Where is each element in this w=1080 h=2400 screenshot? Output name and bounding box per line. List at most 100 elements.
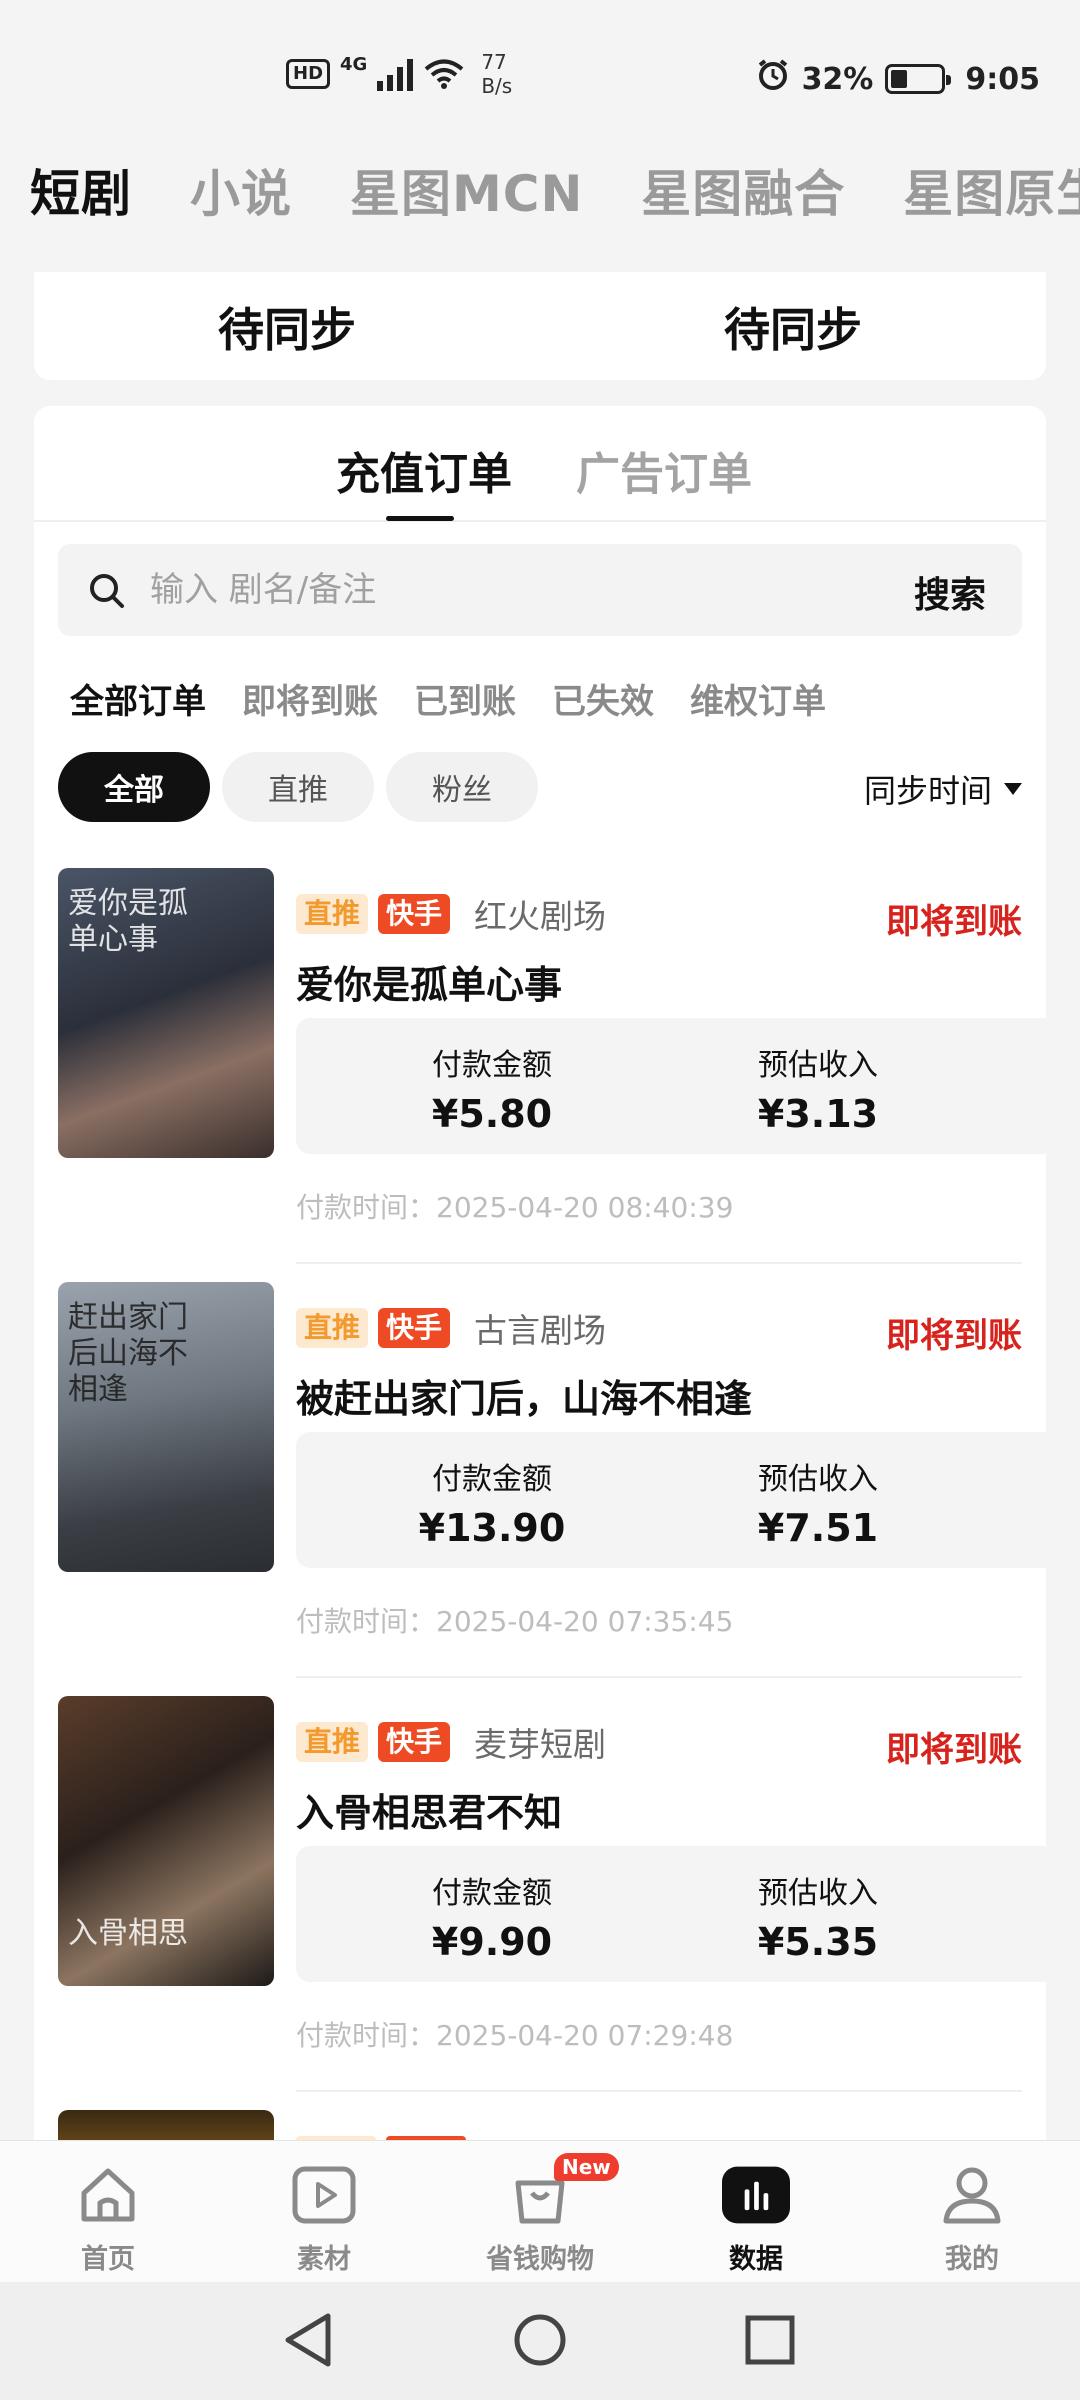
theater-name: 古言剧场 — [474, 1311, 607, 1350]
filter-expired[interactable]: 已失效 — [552, 674, 654, 723]
network-type: 4G — [340, 53, 368, 75]
home-icon — [74, 2161, 142, 2229]
amount-box: 付款金额 ¥5.80 预估收入 ¥3.13 — [296, 1018, 1046, 1154]
tab-recharge-orders[interactable]: 充值订单 — [336, 438, 512, 502]
signal-icon — [377, 57, 414, 91]
play-icon — [290, 2161, 358, 2229]
sync-summary-card: 待同步 待同步 — [34, 272, 1046, 380]
order-status-filters: 全部订单 即将到账 已到账 已失效 维权订单 — [70, 674, 862, 723]
sort-dropdown[interactable]: 同步时间 — [864, 766, 1022, 812]
income-value: ¥3.13 — [757, 1092, 879, 1136]
tag-platform: 快手 — [378, 1308, 451, 1348]
income-value: ¥5.35 — [757, 1920, 879, 1964]
chip-direct[interactable]: 直推 — [222, 752, 374, 822]
income-label: 预估收入 — [758, 1462, 878, 1497]
nav-label: 我的 — [945, 2244, 999, 2275]
tag-platform: 快手 — [378, 1722, 451, 1762]
search-input[interactable] — [150, 566, 830, 614]
search-button[interactable]: 搜索 — [914, 566, 986, 618]
nav-label: 素材 — [297, 2244, 351, 2275]
nav-shopping[interactable]: New 省钱购物 — [432, 2141, 648, 2283]
nav-label: 数据 — [729, 2244, 783, 2275]
bottom-navigation: 首页 素材 New 省钱购物 数据 我的 — [0, 2140, 1080, 2282]
poster-title: 入骨相思 — [68, 1916, 188, 1951]
estimated-income: 预估收入 ¥5.35 — [688, 1868, 948, 1964]
back-icon[interactable] — [280, 2310, 336, 2374]
payment-amount: 付款金额 ¥9.90 — [362, 1868, 622, 1964]
orders-panel: 充值订单 广告订单 搜索 全部订单 即将到账 已到账 已失效 维权订单 全部 直… — [34, 406, 1046, 2146]
nav-data[interactable]: 数据 — [648, 2141, 864, 2283]
search-icon — [88, 572, 126, 614]
tag-platform: 快手 — [378, 894, 451, 934]
person-icon — [938, 2161, 1006, 2229]
tab-xingtu-native[interactable]: 星图原生 — [903, 154, 1080, 226]
tab-ad-orders[interactable]: 广告订单 — [576, 438, 752, 502]
payment-value: ¥9.90 — [431, 1920, 553, 1964]
divider — [296, 2090, 1022, 2092]
chip-all[interactable]: 全部 — [58, 752, 210, 822]
payment-time: 付款时间：2025-04-20 07:29:48 — [296, 2019, 734, 2052]
tag-direct: 直推 — [296, 1722, 369, 1762]
category-tabs: 短剧 小说 星图MCN 星图融合 星图原生 — [30, 150, 1080, 230]
tab-xingtu-fusion[interactable]: 星图融合 — [641, 154, 845, 226]
order-card[interactable]: 爱你是孤单心事 直推 快手 红火剧场 即将到账 爱你是孤单心事 付款金额 ¥5.… — [34, 868, 1046, 1282]
payment-label: 付款金额 — [432, 1876, 552, 1911]
wifi-icon — [423, 58, 465, 90]
filter-pending[interactable]: 即将到账 — [242, 674, 378, 723]
payment-amount: 付款金额 ¥13.90 — [362, 1454, 622, 1550]
search-bar: 搜索 — [58, 544, 1022, 636]
battery-icon — [885, 64, 952, 94]
nav-me[interactable]: 我的 — [864, 2141, 1080, 2283]
order-type-tabs: 充值订单 广告订单 — [34, 406, 1046, 522]
order-card[interactable]: 入骨相思 直推 快手 麦芽短剧 即将到账 入骨相思君不知 付款金额 ¥9.90 … — [34, 1696, 1046, 2110]
order-tags: 直推 快手 红火剧场 — [296, 890, 606, 938]
tab-xingtu-mcn[interactable]: 星图MCN — [350, 154, 583, 226]
filter-rights-protection[interactable]: 维权订单 — [690, 674, 826, 723]
tab-novel[interactable]: 小说 — [190, 154, 292, 226]
new-badge: New — [554, 2153, 619, 2181]
amount-box: 付款金额 ¥9.90 预估收入 ¥5.35 — [296, 1846, 1046, 1982]
home-circle-icon[interactable] — [512, 2310, 568, 2374]
order-tags: 直推 快手 古言剧场 — [296, 1304, 606, 1352]
filter-all-orders[interactable]: 全部订单 — [70, 674, 206, 723]
theater-name: 麦芽短剧 — [474, 1725, 607, 1764]
income-label: 预估收入 — [758, 1048, 878, 1083]
battery-percent: 32% — [801, 61, 874, 97]
order-status: 即将到账 — [886, 902, 1022, 942]
payment-time: 付款时间：2025-04-20 08:40:39 — [296, 1191, 734, 1224]
payment-amount: 付款金额 ¥5.80 — [362, 1040, 622, 1136]
status-right: 32% 9:05 — [756, 58, 1040, 100]
sync-status-left: 待同步 — [218, 303, 356, 357]
chip-fans[interactable]: 粉丝 — [386, 752, 538, 822]
estimated-income: 预估收入 ¥3.13 — [688, 1040, 948, 1136]
active-tab-indicator — [386, 516, 454, 521]
drama-title: 爱你是孤单心事 — [296, 963, 563, 1007]
divider — [296, 1262, 1022, 1264]
tab-short-drama[interactable]: 短剧 — [30, 154, 132, 226]
order-status: 即将到账 — [886, 1730, 1022, 1770]
source-chips: 全部 直推 粉丝 — [58, 752, 538, 822]
payment-value: ¥13.90 — [418, 1506, 566, 1550]
nav-label: 首页 — [81, 2244, 135, 2275]
drama-title: 被赶出家门后，山海不相逢 — [296, 1377, 753, 1421]
estimated-income: 预估收入 ¥7.51 — [688, 1454, 948, 1550]
tag-direct: 直推 — [296, 894, 369, 934]
recents-icon[interactable] — [742, 2310, 798, 2374]
alarm-icon — [756, 58, 790, 100]
filter-received[interactable]: 已到账 — [414, 674, 516, 723]
nav-home[interactable]: 首页 — [0, 2141, 216, 2283]
hd-badge: HD — [286, 59, 331, 89]
drama-poster: 入骨相思 — [58, 1696, 274, 1986]
drama-poster: 赶出家门后山海不相逢 — [58, 1282, 274, 1572]
income-value: ¥7.51 — [757, 1506, 879, 1550]
drama-title: 入骨相思君不知 — [296, 1791, 563, 1835]
payment-label: 付款金额 — [432, 1048, 552, 1083]
order-card[interactable]: 赶出家门后山海不相逢 直推 快手 古言剧场 即将到账 被赶出家门后，山海不相逢 … — [34, 1282, 1046, 1696]
nav-materials[interactable]: 素材 — [216, 2141, 432, 2283]
order-status: 即将到账 — [886, 1316, 1022, 1356]
poster-title: 爱你是孤单心事 — [68, 886, 188, 957]
order-tags: 直推 快手 麦芽短剧 — [296, 1718, 606, 1766]
drama-poster: 爱你是孤单心事 — [58, 868, 274, 1158]
speed-unit: B/s — [481, 74, 513, 98]
caret-down-icon — [1004, 783, 1022, 795]
